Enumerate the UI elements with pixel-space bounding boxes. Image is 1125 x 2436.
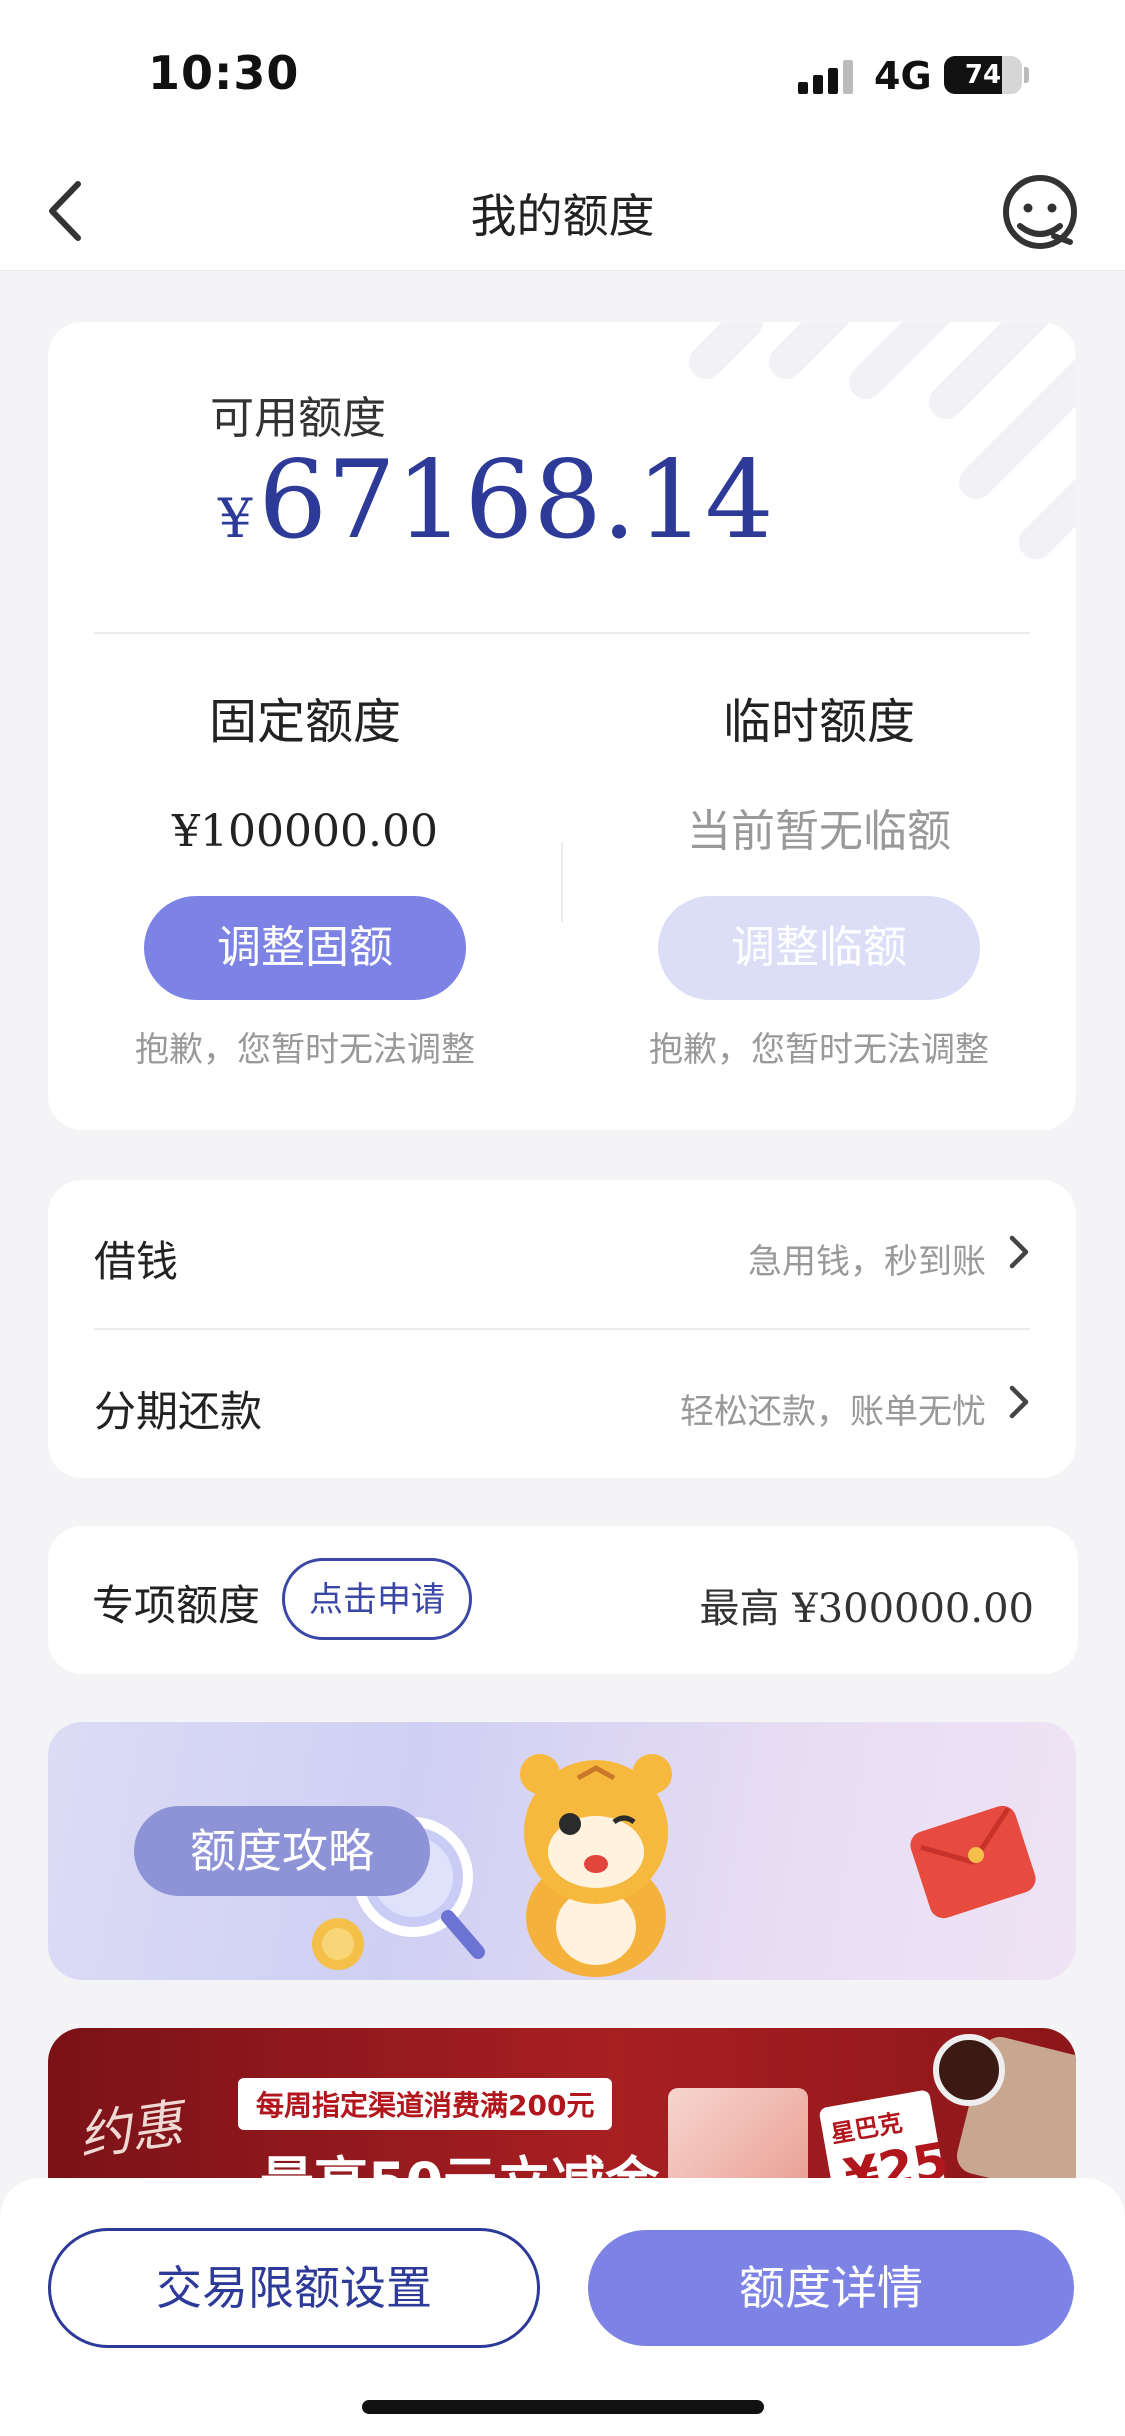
- borrow-label: 借钱: [94, 1237, 179, 1286]
- status-bar: 10:30 4G 74: [0, 0, 1125, 150]
- fixed-credit-note: 抱歉，您暂时无法调整: [135, 1030, 475, 1070]
- chevron-right-icon: [1009, 1235, 1029, 1269]
- bottom-action-bar: 交易限额设置 额度详情: [0, 2178, 1125, 2436]
- temp-credit-title: 临时额度: [722, 694, 915, 750]
- available-amount-value: 67168.14: [258, 438, 774, 563]
- temp-credit-value: 当前暂无临额: [687, 806, 951, 857]
- installment-desc: 轻松还款，账单无忧: [680, 1392, 986, 1432]
- card-divider: [94, 632, 1030, 634]
- fixed-credit-section: 固定额度 ¥100000.00 调整固额 抱歉，您暂时无法调整: [48, 682, 562, 1071]
- battery-level: 74: [964, 60, 1002, 90]
- special-max-amount: ¥300000.00: [792, 1586, 1034, 1632]
- chevron-right-icon: [1009, 1385, 1029, 1419]
- fixed-credit-value: ¥100000.00: [172, 806, 438, 857]
- adjust-fixed-credit-button[interactable]: 调整固额: [144, 896, 466, 1000]
- available-credit-label: 可用额度: [210, 393, 386, 444]
- customer-service-icon[interactable]: [998, 170, 1082, 254]
- temp-credit-note: 抱歉，您暂时无法调整: [649, 1030, 989, 1070]
- special-credit-label: 专项额度: [92, 1581, 261, 1630]
- currency-symbol: ¥: [218, 487, 253, 550]
- promo-tag: 每周指定渠道消费满200元: [238, 2078, 613, 2130]
- status-time: 10:30: [148, 46, 300, 100]
- installment-row[interactable]: 分期还款 轻松还款，账单无忧: [48, 1330, 1076, 1478]
- apply-special-credit-button[interactable]: 点击申请: [282, 1558, 472, 1640]
- battery-icon: 74: [944, 56, 1022, 94]
- borrow-row[interactable]: 借钱 急用钱，秒到账: [48, 1180, 1076, 1328]
- credit-guide-button[interactable]: 额度攻略: [134, 1806, 430, 1896]
- service-links-card: 借钱 急用钱，秒到账 分期还款 轻松还款，账单无忧: [48, 1180, 1076, 1478]
- temp-credit-section: 临时额度 当前暂无临额 调整临额 抱歉，您暂时无法调整: [562, 682, 1076, 1071]
- special-credit-card: 专项额度 点击申请 最高 ¥300000.00: [48, 1526, 1078, 1674]
- fixed-credit-title: 固定额度: [208, 694, 401, 750]
- page-title: 我的额度: [470, 189, 655, 243]
- available-credit-amount: ¥67168.14: [218, 441, 774, 561]
- nav-bar: 我的额度: [0, 150, 1125, 271]
- signal-icon: [798, 60, 858, 94]
- network-label: 4G: [874, 54, 932, 98]
- transaction-limit-button[interactable]: 交易限额设置: [48, 2228, 540, 2348]
- installment-label: 分期还款: [94, 1387, 263, 1436]
- special-max-prefix: 最高: [699, 1586, 780, 1632]
- coffee-cup-image: [933, 2034, 1005, 2106]
- credit-details-button[interactable]: 额度详情: [588, 2230, 1074, 2346]
- borrow-desc: 急用钱，秒到账: [748, 1242, 986, 1282]
- home-indicator: [362, 2400, 764, 2414]
- special-credit-max: 最高 ¥300000.00: [700, 1576, 1034, 1634]
- battery-cap: [1024, 67, 1029, 83]
- adjust-temp-credit-button[interactable]: 调整临额: [658, 896, 980, 1000]
- promo-logo: 约惠: [75, 2094, 187, 2168]
- credit-card: 可用额度 ¥67168.14 固定额度 ¥100000.00 调整固额 抱歉，您…: [48, 322, 1076, 1130]
- credit-guide-banner[interactable]: 额度攻略: [48, 1722, 1076, 1980]
